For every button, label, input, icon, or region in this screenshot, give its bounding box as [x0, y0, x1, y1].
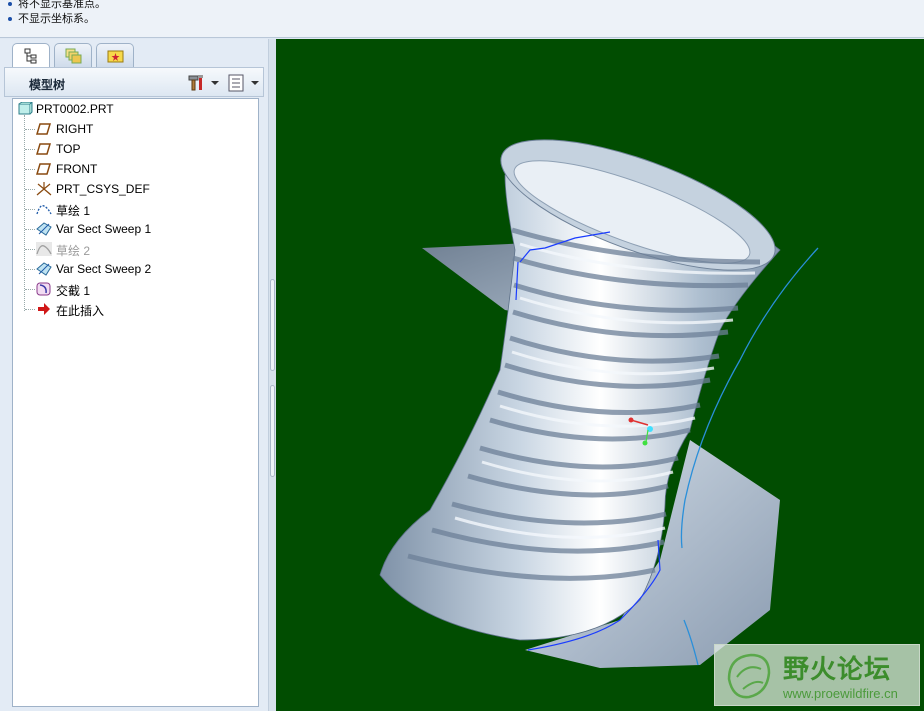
- tree-item-front[interactable]: FRONT: [13, 159, 258, 179]
- part-icon: [18, 102, 33, 115]
- bullet-icon: [8, 17, 12, 22]
- tree-item-right[interactable]: RIGHT: [13, 119, 258, 139]
- tree-connector: [25, 269, 35, 270]
- tree-connector: [25, 249, 35, 250]
- tree-item-label: PRT0002.PRT: [36, 102, 114, 116]
- chevron-down-icon: [211, 81, 219, 85]
- tree-item-sketch-2[interactable]: 草绘 2: [13, 239, 258, 259]
- sweep-icon: [36, 262, 52, 276]
- message-text: 不显示坐标系。: [18, 13, 95, 25]
- tree-item-var-sect-sweep-2[interactable]: Var Sect Sweep 2: [13, 259, 258, 279]
- tree-item-label: 草绘 1: [56, 204, 91, 218]
- splitter-grip[interactable]: [270, 385, 275, 477]
- model-tree-tab-icon: [24, 48, 37, 64]
- tree-item-sketch-1[interactable]: 草绘 1: [13, 199, 258, 219]
- tree-connector: [25, 229, 35, 230]
- sketch-icon: [36, 205, 52, 215]
- settings-menu-button[interactable]: [187, 73, 219, 93]
- forum-logo-icon: [727, 653, 771, 699]
- graphics-viewport[interactable]: [276, 39, 924, 711]
- chevron-down-icon: [251, 81, 259, 85]
- model-tree: PRT0002.PRT RIGHT TOP FRONT PRT_CSYS_DEF…: [12, 98, 259, 707]
- tree-item-label: RIGHT: [56, 122, 94, 136]
- datum-plane-icon: [36, 123, 52, 135]
- tab-layers[interactable]: [54, 43, 92, 67]
- csys-icon: [36, 182, 52, 196]
- tree-connector: [25, 129, 35, 130]
- sweep-icon: [36, 222, 52, 236]
- datum-plane-icon: [36, 143, 52, 155]
- tree-connector: [25, 309, 35, 310]
- model-tree-title: 模型树: [29, 78, 66, 92]
- tab-favorites[interactable]: [96, 43, 134, 67]
- watermark-url: www.proewildfire.cn: [783, 686, 898, 701]
- sketch-icon: [36, 242, 52, 256]
- tree-connector: [25, 209, 35, 210]
- tree-item-csys[interactable]: PRT_CSYS_DEF: [13, 179, 258, 199]
- tree-item-intersect-1[interactable]: 交截 1: [13, 279, 258, 299]
- tree-item-part[interactable]: PRT0002.PRT: [13, 99, 258, 119]
- tree-connector: [25, 289, 35, 290]
- tree-item-var-sect-sweep-1[interactable]: Var Sect Sweep 1: [13, 219, 258, 239]
- panel-splitter[interactable]: [268, 39, 276, 711]
- tree-item-label: 在此插入: [56, 304, 105, 318]
- splitter-grip[interactable]: [270, 279, 275, 371]
- intersect-icon: [36, 282, 51, 296]
- layers-tab-icon: [65, 48, 82, 64]
- insert-here-icon: [38, 303, 50, 315]
- tab-model-tree[interactable]: [12, 43, 50, 68]
- tree-item-label: TOP: [56, 142, 81, 156]
- watermark-title: 野火论坛: [783, 654, 892, 684]
- message-area: 将不显示基准点。 不显示坐标系。: [0, 0, 924, 38]
- model-render: [379, 139, 819, 668]
- model-tree-header: 模型树: [4, 67, 264, 97]
- tree-connector: [25, 169, 35, 170]
- tree-item-label: Var Sect Sweep 2: [56, 262, 152, 276]
- datum-plane-icon: [36, 163, 52, 175]
- tree-item-top[interactable]: TOP: [13, 139, 258, 159]
- navigator-panel: 模型树 PRT0002.PRT RIGHT TOP FRONT PRT_CSYS…: [0, 39, 268, 711]
- message-line: 不显示坐标系。: [8, 10, 95, 26]
- tree-item-label: FRONT: [56, 162, 98, 176]
- tree-item-label: Var Sect Sweep 1: [56, 222, 152, 236]
- tree-item-label: 草绘 2: [56, 244, 91, 258]
- tools-icon: [188, 75, 203, 91]
- show-menu-button[interactable]: [227, 73, 259, 93]
- message-text: 将不显示基准点。: [18, 0, 106, 10]
- favorites-tab-icon: [107, 50, 124, 63]
- tree-item-label: PRT_CSYS_DEF: [56, 182, 150, 196]
- tree-connector: [25, 149, 35, 150]
- tree-item-label: 交截 1: [56, 284, 91, 298]
- tree-connector: [25, 189, 35, 190]
- tree-item-insert-here[interactable]: 在此插入: [13, 299, 258, 319]
- list-icon: [228, 74, 244, 92]
- watermark: 野火论坛 www.proewildfire.cn: [714, 644, 920, 706]
- bullet-icon: [8, 2, 12, 7]
